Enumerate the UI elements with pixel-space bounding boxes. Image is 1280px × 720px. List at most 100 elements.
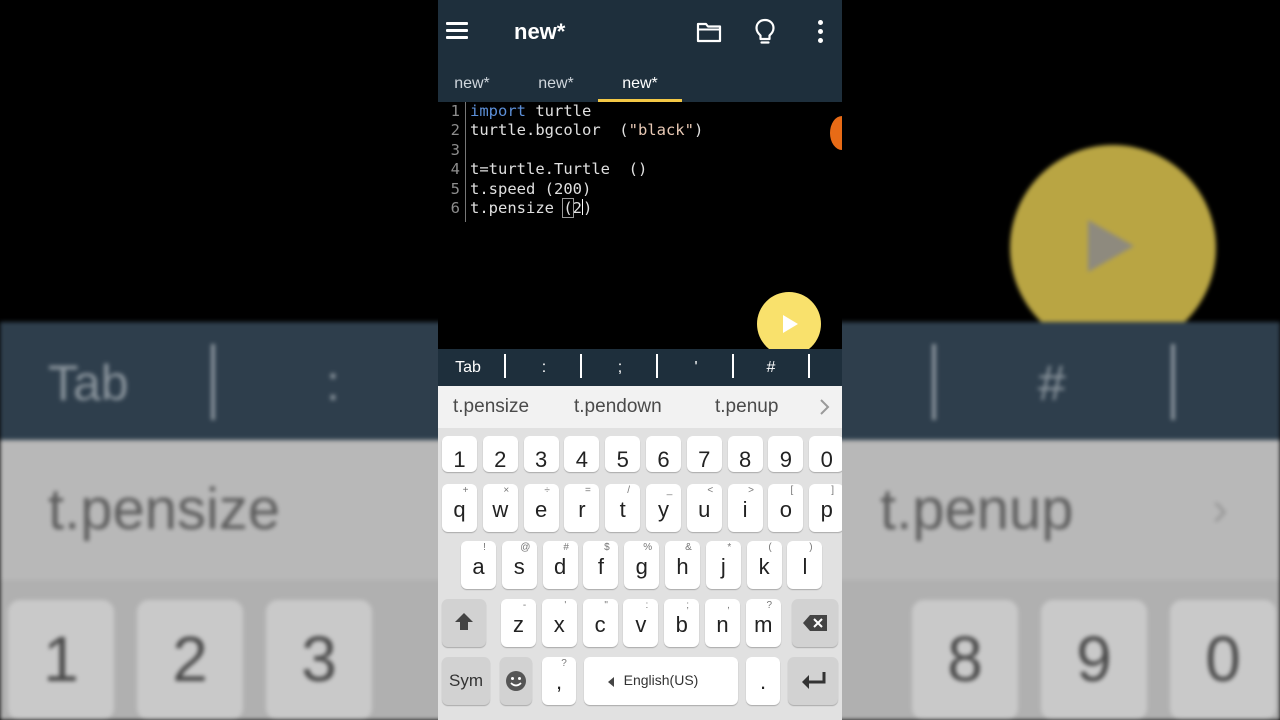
key-7[interactable]: 7: [686, 436, 722, 472]
bg-play-icon: [1088, 220, 1134, 272]
key-6[interactable]: 6: [646, 436, 681, 472]
key-y[interactable]: _ y: [646, 484, 681, 532]
key-8[interactable]: 8: [727, 436, 763, 472]
key-c[interactable]: " c: [582, 599, 618, 647]
key-label: d: [553, 554, 567, 579]
chevron-right-icon[interactable]: [818, 397, 832, 417]
code-line-5: t.speed (200): [470, 180, 592, 198]
lightbulb-icon[interactable]: [754, 18, 776, 46]
period-key[interactable]: .: [746, 657, 780, 705]
bg-suggestion-left: t.pensize: [48, 477, 281, 542]
key-0[interactable]: 0: [809, 436, 842, 472]
scroll-handle[interactable]: [830, 116, 842, 150]
key-x[interactable]: ' x: [541, 599, 577, 647]
key-u[interactable]: < u: [686, 484, 722, 532]
symbol-key-quote[interactable]: ': [676, 349, 716, 386]
suggestion-item[interactable]: t.pendown: [574, 386, 662, 428]
key-w[interactable]: × w: [482, 484, 518, 532]
key-9[interactable]: 9: [768, 436, 804, 472]
key-alt-label: /: [627, 485, 631, 496]
key-o[interactable]: [o: [768, 484, 804, 532]
key-label: 1: [453, 447, 466, 472]
key-v[interactable]: :v: [623, 599, 659, 647]
space-key[interactable]: English(US): [584, 657, 738, 705]
key-label: 6: [657, 447, 670, 472]
key-p[interactable]: ] p: [809, 484, 842, 532]
key-k[interactable]: (k: [746, 541, 782, 589]
folder-icon[interactable]: [696, 20, 722, 44]
key-m[interactable]: ? m: [745, 599, 781, 647]
period-label: .: [759, 669, 767, 694]
suggestion-item[interactable]: t.pensize: [453, 386, 529, 428]
line-number: 4: [450, 160, 460, 178]
key-label: f: [597, 554, 604, 579]
key-label: b: [675, 612, 688, 637]
key-4[interactable]: 4: [564, 436, 600, 472]
emoji-key[interactable]: [500, 657, 532, 705]
more-vert-icon[interactable]: [816, 20, 824, 44]
keyboard: Sym ? , English(US) . 1 2 3 4 5 6 7 8 9 0 + q × w ÷ e = r…: [438, 428, 842, 720]
key-label: q: [453, 497, 466, 522]
code-line-2: turtle.bgcolor ("black"): [470, 121, 703, 139]
key-n[interactable]: ,n: [705, 599, 740, 647]
menu-icon[interactable]: [446, 22, 468, 40]
key-label: 8: [738, 447, 752, 472]
sym-key[interactable]: Sym: [442, 657, 490, 705]
key-r[interactable]: = r: [564, 484, 600, 532]
key-h[interactable]: & h: [665, 541, 700, 589]
bg-key: 3: [266, 600, 372, 720]
key-1[interactable]: 1: [442, 436, 477, 472]
tab-file-2[interactable]: new*: [514, 66, 598, 102]
separator: [732, 354, 734, 378]
key-z[interactable]: -z: [501, 599, 536, 647]
enter-icon: [802, 672, 826, 689]
key-label: c: [594, 612, 606, 637]
backspace-key[interactable]: [792, 599, 838, 647]
key-alt-label: *: [727, 542, 732, 553]
key-label: l: [802, 554, 808, 579]
key-label: s: [513, 554, 525, 579]
tab-file-1[interactable]: new*: [438, 66, 514, 102]
key-s[interactable]: @ s: [501, 541, 537, 589]
key-e[interactable]: ÷ e: [523, 484, 559, 532]
key-label: 0: [820, 447, 833, 472]
symbol-key-semicolon[interactable]: ;: [600, 349, 640, 386]
line-number: 3: [450, 141, 460, 159]
run-button[interactable]: [757, 292, 821, 356]
suggestion-item[interactable]: t.penup: [715, 386, 778, 428]
enter-key[interactable]: [788, 657, 838, 705]
key-f[interactable]: $ f: [583, 541, 619, 589]
key-label: p: [820, 497, 833, 522]
key-3[interactable]: 3: [523, 436, 559, 472]
key-j[interactable]: * j: [705, 541, 741, 589]
symbol-key-hash[interactable]: #: [751, 349, 791, 386]
phone-screen: new* new* new* new* 1 2 3 4 5 6 import t…: [438, 0, 842, 720]
key-b[interactable]: ; b: [664, 599, 700, 647]
symbol-bar: Tab : ; ' #: [438, 349, 842, 386]
key-q[interactable]: + q: [442, 484, 477, 532]
bg-key: 1: [8, 600, 114, 720]
key-2[interactable]: 2: [482, 436, 518, 472]
key-g[interactable]: % g: [624, 541, 660, 589]
key-label: i: [742, 497, 748, 522]
shift-key[interactable]: [442, 599, 486, 647]
comma-key[interactable]: ? ,: [542, 657, 576, 705]
backspace-icon: [803, 615, 827, 631]
key-label: 4: [575, 447, 589, 472]
symbol-key-colon[interactable]: :: [524, 349, 564, 386]
key-alt-label: ,: [727, 600, 730, 611]
bg-separator: [1171, 344, 1175, 420]
key-t[interactable]: / t: [605, 484, 641, 532]
key-label: h: [676, 554, 689, 579]
key-d[interactable]: # d: [542, 541, 578, 589]
key-alt-label: ': [564, 600, 567, 611]
code-text: ): [583, 199, 593, 217]
key-i[interactable]: > i: [727, 484, 763, 532]
key-l[interactable]: ) l: [787, 541, 823, 589]
key-5[interactable]: 5: [605, 436, 641, 472]
tab-file-3[interactable]: new*: [598, 66, 682, 102]
key-label: z: [513, 612, 524, 637]
comma-alt: ?: [561, 658, 567, 669]
key-a[interactable]: ! a: [461, 541, 496, 589]
symbol-key-tab[interactable]: Tab: [446, 349, 490, 386]
